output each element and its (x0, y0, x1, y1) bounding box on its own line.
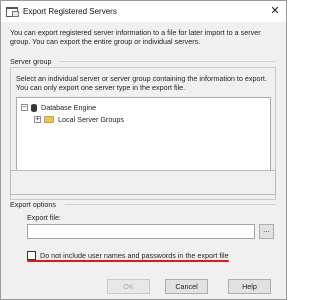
export-file-label: Export file: (27, 213, 61, 222)
expand-icon[interactable]: + (34, 116, 41, 123)
export-file-input[interactable] (27, 224, 255, 239)
status-message-area (10, 170, 276, 195)
exclude-credentials-label[interactable]: Do not include user names and passwords … (40, 251, 229, 260)
server-group-label: Server group (10, 57, 52, 66)
browse-button[interactable]: ... (259, 224, 274, 239)
export-registered-servers-dialog: Export Registered Servers ✕ You can expo… (0, 0, 287, 300)
cancel-button[interactable]: Cancel (165, 279, 208, 294)
folder-icon (44, 116, 54, 123)
server-group-description: Select an individual server or server gr… (16, 74, 267, 93)
dialog-app-icon (6, 6, 19, 17)
collapse-icon[interactable]: − (21, 104, 28, 111)
tree-node-label: Local Server Groups (58, 115, 124, 124)
tree-node-database-engine[interactable]: − Database Engine (21, 102, 96, 113)
intro-text: You can export registered server informa… (10, 28, 261, 47)
help-button[interactable]: Help (228, 279, 271, 294)
export-options-divider (65, 204, 276, 205)
exclude-credentials-checkbox[interactable] (27, 251, 36, 260)
export-options-label: Export options (10, 200, 56, 209)
tree-node-local-server-groups[interactable]: + Local Server Groups (34, 114, 124, 125)
window-title: Export Registered Servers (23, 7, 117, 16)
database-icon (31, 103, 37, 112)
ok-button[interactable]: OK (107, 279, 150, 294)
tree-node-label: Database Engine (41, 103, 97, 112)
server-group-divider (59, 61, 276, 62)
highlight-underline (27, 260, 229, 262)
title-bar: Export Registered Servers ✕ (1, 1, 286, 22)
close-button[interactable]: ✕ (267, 4, 283, 19)
